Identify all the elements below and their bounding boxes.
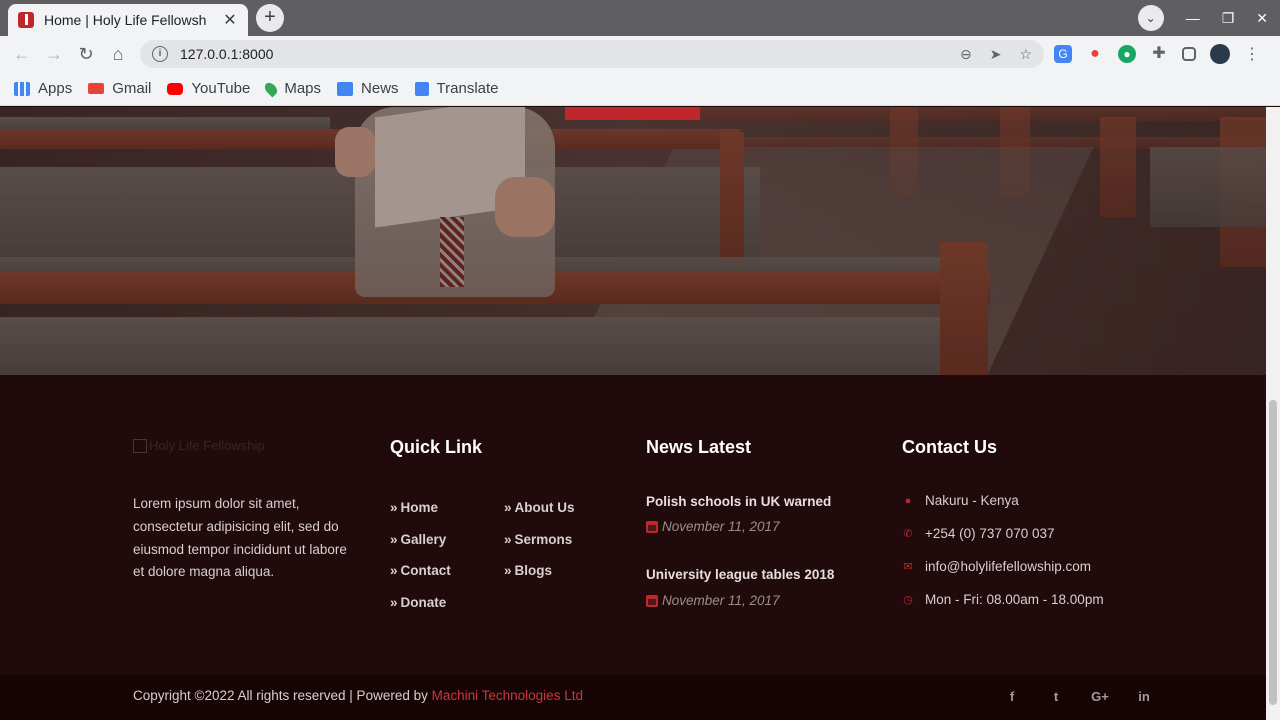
profile-avatar-icon[interactable] [1210, 44, 1230, 64]
logo-alt-text: Holy Life Fellowship [149, 438, 265, 453]
map-marker-icon: ● [904, 494, 912, 507]
news-icon [337, 81, 354, 96]
bookmark-label: YouTube [191, 80, 251, 97]
bookmark-label: Translate [436, 80, 499, 97]
youtube-icon [167, 82, 184, 95]
news-item-title[interactable]: Polish schools in UK warned [646, 494, 831, 509]
url-text: 127.0.0.1:8000 [180, 46, 274, 62]
maps-pin-icon [262, 80, 280, 97]
close-window-icon[interactable]: ✕ [1256, 10, 1268, 27]
facebook-icon[interactable]: f [990, 689, 1034, 704]
twitter-icon[interactable]: t [1034, 689, 1078, 704]
window-controls: ⌄ — ❐ ✕ [1137, 4, 1268, 32]
menu-kebab-icon[interactable]: ⋮ [1244, 44, 1260, 64]
page-scrollbar[interactable] [1266, 107, 1280, 720]
maps-ext-icon[interactable]: ● [1086, 45, 1104, 63]
quick-link-blogs[interactable]: Blogs [504, 563, 553, 578]
news-item-title[interactable]: University league tables 2018 [646, 567, 834, 582]
apps-grid-icon [14, 81, 30, 96]
site-favicon-icon [18, 12, 34, 28]
contact-hours: ◷ Mon - Fri: 08.00am - 18.00pm [902, 592, 1104, 607]
quick-link-sermons[interactable]: Sermons [504, 532, 573, 547]
copyright-text: Copyright ©2022 All rights reserved | Po… [133, 688, 583, 703]
news-date-text: November 11, 2017 [662, 519, 780, 534]
site-info-icon[interactable]: i [152, 46, 168, 62]
site-footer: Holy Life Fellowship Lorem ipsum dolor s… [0, 375, 1266, 675]
calendar-icon [646, 594, 658, 607]
address-bar[interactable]: i 127.0.0.1:8000 ⊖ ➤ ☆ [140, 40, 1044, 68]
gmail-icon [88, 83, 105, 94]
close-tab-icon[interactable]: ✕ [222, 10, 238, 30]
bookmark-label: Gmail [112, 80, 152, 97]
copyright-label: Copyright ©2022 All rights reserved | Po… [133, 688, 432, 703]
bookmark-label: Maps [284, 80, 322, 97]
quick-link-about-us[interactable]: About Us [504, 500, 575, 515]
bookmark-apps[interactable]: Apps [14, 80, 72, 97]
grammarly-ext-icon[interactable]: ● [1118, 45, 1136, 63]
news-item-date: November 11, 2017 [646, 593, 780, 608]
linkedin-icon[interactable]: in [1122, 689, 1166, 704]
news-item-date: November 11, 2017 [646, 519, 780, 534]
envelope-icon: ✉ [903, 560, 913, 573]
contact-text: Nakuru - Kenya [925, 493, 1019, 508]
quick-links-heading: Quick Link [390, 437, 483, 457]
contact-text: Mon - Fri: 08.00am - 18.00pm [925, 592, 1104, 607]
zoom-icon[interactable]: ⊖ [960, 46, 972, 63]
contact-address: ● Nakuru - Kenya [902, 493, 1019, 508]
browser-tab[interactable]: Home | Holy Life Fellowsh ✕ [8, 4, 248, 36]
quick-link-gallery[interactable]: Gallery [390, 532, 447, 547]
contact-heading: Contact Us [902, 437, 998, 457]
scrollbar-thumb[interactable] [1269, 400, 1277, 705]
side-panel-icon[interactable] [1182, 47, 1196, 61]
forward-icon[interactable]: → [38, 44, 70, 65]
quick-link-home[interactable]: Home [390, 500, 439, 515]
bookmark-youtube[interactable]: YouTube [167, 80, 250, 97]
footer-about-text: Lorem ipsum dolor sit amet, consectetur … [133, 496, 347, 580]
bookmark-gmail[interactable]: Gmail [88, 80, 151, 97]
contact-email[interactable]: ✉ info@holylifefellowship.com [902, 559, 1091, 574]
back-icon[interactable]: ← [6, 44, 38, 65]
contact-text: +254 (0) 737 070 037 [925, 526, 1055, 541]
google-plus-icon[interactable]: G+ [1078, 689, 1122, 704]
bookmark-label: Apps [38, 80, 73, 97]
new-tab-button[interactable]: + [256, 4, 284, 32]
copyright-bar: Copyright ©2022 All rights reserved | Po… [0, 675, 1266, 720]
quick-link-contact[interactable]: Contact [390, 563, 451, 578]
hero-background-image [0, 107, 1266, 375]
bookmark-star-icon[interactable]: ☆ [1019, 46, 1032, 63]
browser-toolbar: ← → ↻ ⌂ i 127.0.0.1:8000 ⊖ ➤ ☆ G ● ● ✚ ⋮ [0, 36, 1280, 72]
browser-tab-strip: Home | Holy Life Fellowsh ✕ + ⌄ — ❐ ✕ [0, 0, 1280, 36]
footer-logo[interactable]: Holy Life Fellowship [133, 438, 265, 453]
tab-search-icon[interactable]: ⌄ [1137, 5, 1164, 31]
news-date-text: November 11, 2017 [662, 593, 780, 608]
bookmark-label: News [361, 80, 399, 97]
home-icon[interactable]: ⌂ [102, 44, 134, 65]
phone-icon: ✆ [903, 527, 913, 540]
page-viewport: Holy Life Fellowship Lorem ipsum dolor s… [0, 107, 1266, 720]
bookmark-maps[interactable]: Maps [262, 80, 322, 97]
news-heading: News Latest [646, 437, 752, 457]
hero-cta-button[interactable] [565, 107, 700, 120]
minimize-icon[interactable]: — [1186, 10, 1200, 26]
send-icon[interactable]: ➤ [990, 46, 1002, 63]
extensions-puzzle-icon[interactable]: ✚ [1150, 45, 1168, 63]
clock-icon: ◷ [903, 593, 913, 606]
calendar-icon [646, 520, 658, 533]
contact-phone[interactable]: ✆ +254 (0) 737 070 037 [902, 526, 1054, 541]
bookmark-news[interactable]: News [337, 80, 399, 97]
restore-icon[interactable]: ❐ [1222, 10, 1235, 27]
reload-icon[interactable]: ↻ [70, 44, 102, 65]
tab-title: Home | Holy Life Fellowsh [44, 12, 207, 28]
quick-link-donate[interactable]: Donate [390, 595, 447, 610]
translate-icon [414, 81, 429, 96]
social-links: f t G+ in [990, 689, 1166, 704]
extensions-area: G ● ● ✚ ⋮ [1054, 44, 1260, 64]
bookmark-translate[interactable]: Translate [414, 80, 499, 97]
bookmarks-bar: Apps Gmail YouTube Maps News Translate [0, 72, 1280, 106]
contact-text: info@holylifefellowship.com [925, 559, 1092, 574]
google-translate-ext-icon[interactable]: G [1054, 45, 1072, 63]
broken-image-icon [133, 438, 147, 453]
powered-by-link[interactable]: Machini Technologies Ltd [432, 688, 583, 703]
